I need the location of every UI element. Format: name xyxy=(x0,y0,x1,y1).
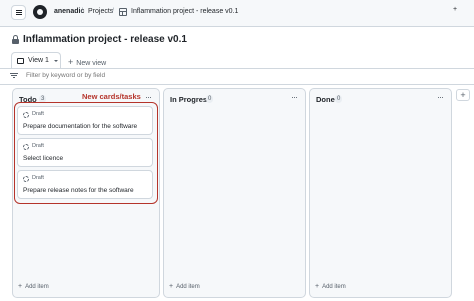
breadcrumb-separator: / xyxy=(112,8,114,15)
add-item-label: Add item xyxy=(176,284,200,290)
filter-icon[interactable] xyxy=(10,73,18,79)
github-logo-icon[interactable] xyxy=(33,5,47,19)
add-item-button[interactable]: + Add item xyxy=(169,283,200,290)
breadcrumb-username[interactable]: anenadic xyxy=(54,8,84,15)
add-column-button[interactable]: + xyxy=(456,89,470,101)
column-menu-button[interactable]: ··· xyxy=(437,92,444,102)
annotation-highlight-box xyxy=(14,102,158,204)
add-item-button[interactable]: + Add item xyxy=(315,283,346,290)
new-view-button[interactable]: + New view xyxy=(68,57,106,67)
hamburger-icon xyxy=(16,10,22,11)
add-item-label: Add item xyxy=(25,284,49,290)
filter-input[interactable] xyxy=(26,72,226,79)
column-count-badge: 0 xyxy=(335,95,343,103)
plus-icon: + xyxy=(68,57,74,67)
breadcrumb-project[interactable]: Inflammation project - release v0.1 xyxy=(131,8,238,15)
create-new-button[interactable]: + xyxy=(453,6,457,13)
column-in-progress: In Progress 0 ··· + Add item xyxy=(163,88,306,298)
column-menu-button[interactable]: ··· xyxy=(291,92,298,102)
add-item-button[interactable]: + Add item xyxy=(18,283,49,290)
breadcrumb-projects[interactable]: Projects xyxy=(88,8,113,15)
top-navigation-bar: anenadic / Projects / Inflammation proje… xyxy=(0,0,474,27)
annotation-label: New cards/tasks xyxy=(82,92,141,101)
column-menu-button[interactable]: ··· xyxy=(145,92,152,102)
board-icon xyxy=(17,58,24,64)
divider xyxy=(0,84,474,85)
add-item-label: Add item xyxy=(322,284,346,290)
column-done: Done 0 ··· + Add item xyxy=(309,88,452,298)
chevron-down-icon[interactable] xyxy=(54,60,58,62)
project-title: Inflammation project - release v0.1 xyxy=(23,34,187,45)
views-bar: View 1 + New view xyxy=(0,50,474,69)
menu-button[interactable] xyxy=(11,5,26,20)
new-view-label: New view xyxy=(76,60,107,67)
plus-icon: + xyxy=(18,283,23,290)
table-icon xyxy=(119,8,127,16)
breadcrumb-separator: / xyxy=(81,8,83,15)
lock-icon xyxy=(12,35,19,44)
tab-view-1-label: View 1 xyxy=(28,57,49,64)
plus-icon: + xyxy=(169,283,174,290)
tab-view-1[interactable]: View 1 xyxy=(11,52,61,68)
column-title: Done xyxy=(316,95,335,104)
plus-icon: + xyxy=(315,283,320,290)
column-count-badge: 0 xyxy=(206,95,214,103)
